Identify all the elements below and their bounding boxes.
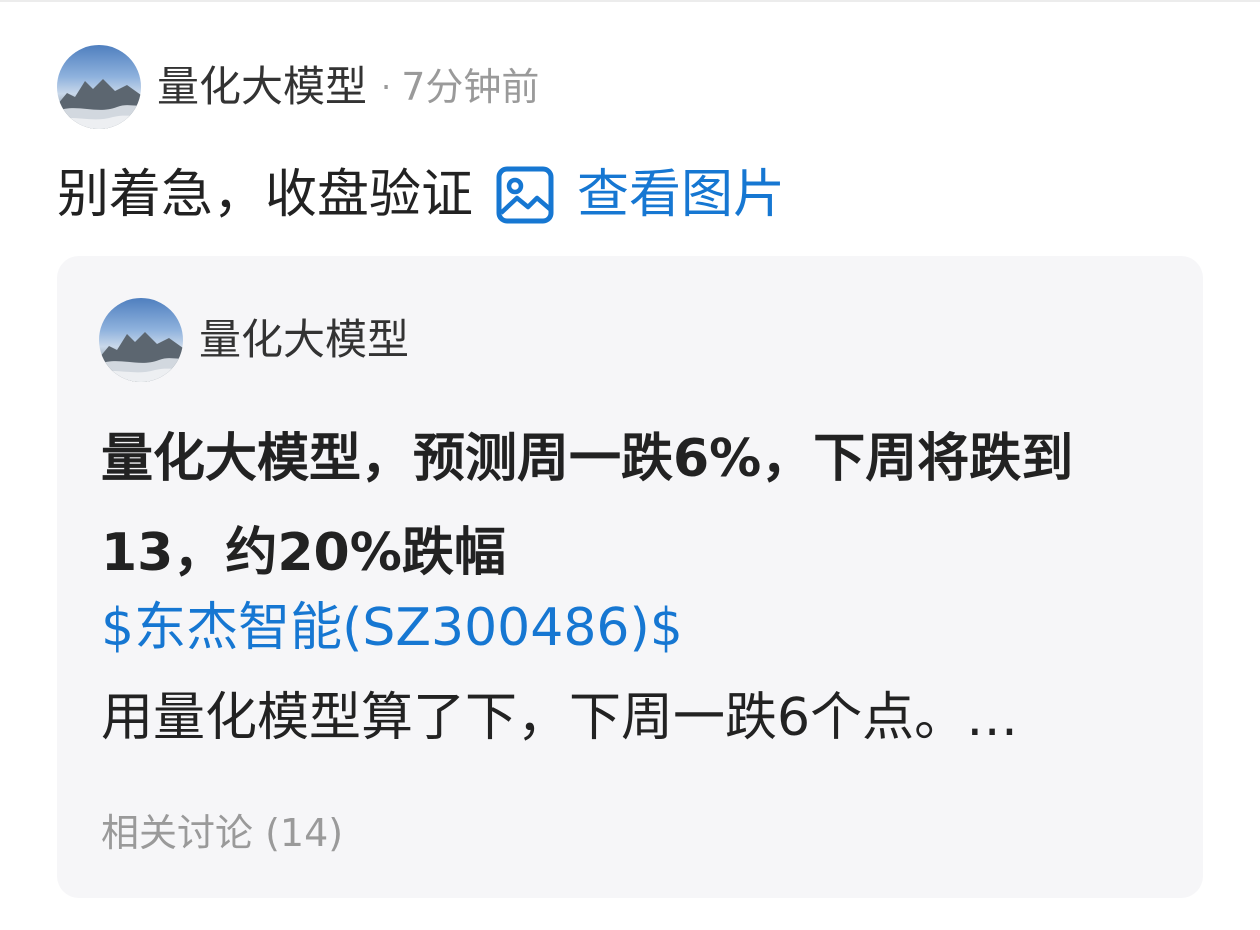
related-discussions-link[interactable]: 相关讨论 (14)	[101, 808, 343, 858]
landscape-avatar-icon	[57, 79, 141, 129]
quote-excerpt: 用量化模型算了下，下周一跌6个点。…	[101, 688, 1019, 748]
header-separator: ·	[381, 68, 392, 106]
quote-author-name[interactable]: 量化大模型	[199, 319, 409, 361]
landscape-avatar-icon	[99, 332, 183, 382]
view-image-label: 查看图片	[577, 165, 786, 225]
quoted-post-card[interactable]: 量化大模型 量化大模型，预测周一跌6%，下周将跌到13，约20%跌幅 $东杰智能…	[57, 256, 1203, 898]
stock-tag-link[interactable]: $东杰智能(SZ300486)$	[101, 596, 683, 660]
image-icon	[496, 166, 554, 224]
post-author-name[interactable]: 量化大模型	[157, 66, 367, 108]
post-text: 别着急，收盘验证	[57, 165, 474, 225]
post-header: 量化大模型 · 7分钟前	[57, 45, 539, 129]
post-body: 别着急，收盘验证 查看图片	[57, 160, 785, 230]
quote-title: 量化大模型，预测周一跌6%，下周将跌到13，约20%跌幅	[101, 429, 1074, 583]
quote-author-avatar[interactable]	[99, 298, 183, 382]
top-divider	[0, 0, 1260, 2]
post-timestamp: 7分钟前	[401, 65, 540, 109]
quote-header: 量化大模型	[99, 298, 409, 382]
view-image-link[interactable]: 查看图片	[495, 165, 785, 225]
author-avatar[interactable]	[57, 45, 141, 129]
